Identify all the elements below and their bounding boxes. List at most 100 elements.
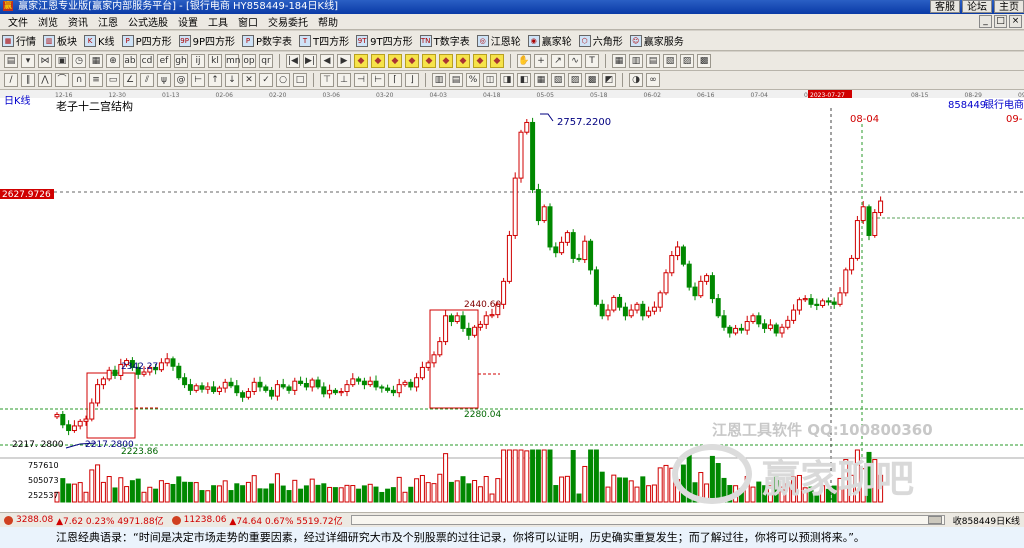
toolbar-t-square-button[interactable]: T T四方形 <box>299 33 349 48</box>
diamond-tool-7-icon[interactable]: ◆ <box>456 54 470 68</box>
minimize-button[interactable]: _ <box>979 15 992 28</box>
diamond-tool-8-icon[interactable]: ◆ <box>473 54 487 68</box>
marker-2-icon[interactable]: ✓ <box>259 73 273 87</box>
diamond-tool-3-icon[interactable]: ◆ <box>388 54 402 68</box>
tool-op-icon[interactable]: op <box>242 54 256 68</box>
color-wheel-icon[interactable]: ◑ <box>629 73 643 87</box>
marker-3-icon[interactable]: ○ <box>276 73 290 87</box>
chart-tool-5-icon[interactable]: ▩ <box>697 54 711 68</box>
infinity-icon[interactable]: ∞ <box>646 73 660 87</box>
stats-3-icon[interactable]: ◫ <box>483 73 497 87</box>
toolbar-sector-button[interactable]: ▥ 板块 <box>43 33 77 48</box>
step-right-icon[interactable]: ▶ <box>337 54 351 68</box>
forum-link[interactable]: 论坛 <box>962 0 992 13</box>
menu-news[interactable]: 资讯 <box>63 14 93 29</box>
ruler-icon[interactable]: ⊢ <box>191 73 205 87</box>
marker-4-icon[interactable]: □ <box>293 73 307 87</box>
chart-tool-1-icon[interactable]: ▥ <box>629 54 643 68</box>
horizontal-scrollbar[interactable] <box>350 515 945 525</box>
toolbar-9t-square-button[interactable]: 9T 9T四方形 <box>356 33 413 48</box>
menu-formula[interactable]: 公式选股 <box>123 14 173 29</box>
stats-10-icon[interactable]: ◩ <box>602 73 616 87</box>
scrollbar-thumb[interactable] <box>927 516 942 524</box>
period-3-icon[interactable]: ⊣ <box>354 73 368 87</box>
sz-index-segment[interactable]: 11238.06 ▲74.64 0.67% 5519.72亿 <box>168 514 347 527</box>
chart-panel[interactable]: 12-16 12-30 01-13 02-06 02-20 03-06 03-20 04-03… <box>0 90 1024 512</box>
chart-tool-3-icon[interactable]: ▧ <box>663 54 677 68</box>
percent-icon[interactable]: % <box>466 73 480 87</box>
fan-icon[interactable]: ⋀ <box>38 73 52 87</box>
grid-tool-icon[interactable]: ▦ <box>89 54 103 68</box>
wave-icon[interactable]: ∿ <box>568 54 582 68</box>
gann-box-icon[interactable]: ▭ <box>106 73 120 87</box>
toolbar-gann-wheel-button[interactable]: ◎ 江恩轮 <box>476 33 521 48</box>
tool-qr-icon[interactable]: qr <box>259 54 273 68</box>
menu-window[interactable]: 窗口 <box>233 14 263 29</box>
toolbar-9p-square-button[interactable]: 9P 9P四方形 <box>178 33 235 48</box>
diamond-tool-1-icon[interactable]: ◆ <box>354 54 368 68</box>
line-tool-1-icon[interactable]: / <box>4 73 18 87</box>
stats-2-icon[interactable]: ▤ <box>449 73 463 87</box>
menu-browse[interactable]: 浏览 <box>33 14 63 29</box>
toolbar-t-table-button[interactable]: TN T数字表 <box>419 33 470 48</box>
stats-8-icon[interactable]: ▨ <box>568 73 582 87</box>
stats-1-icon[interactable]: ▥ <box>432 73 446 87</box>
restore-button[interactable]: □ <box>994 15 1007 28</box>
menu-tools[interactable]: 工具 <box>203 14 233 29</box>
tool-cd-icon[interactable]: cd <box>140 54 154 68</box>
diamond-tool-5-icon[interactable]: ◆ <box>422 54 436 68</box>
diamond-tool-6-icon[interactable]: ◆ <box>439 54 453 68</box>
dropdown-arrow-icon[interactable]: ▾ <box>21 54 35 68</box>
menu-help[interactable]: 帮助 <box>313 14 343 29</box>
tool-ab-icon[interactable]: ab <box>123 54 137 68</box>
hand-icon[interactable]: ✋ <box>517 54 531 68</box>
text-tool-icon[interactable]: T <box>585 54 599 68</box>
stats-6-icon[interactable]: ▦ <box>534 73 548 87</box>
clock-icon[interactable]: ◷ <box>72 54 86 68</box>
diamond-tool-9-icon[interactable]: ◆ <box>490 54 504 68</box>
tool-gh-icon[interactable]: gh <box>174 54 188 68</box>
toolbar-p-square-button[interactable]: P P四方形 <box>121 33 172 48</box>
trend-line-icon[interactable]: ↗ <box>551 54 565 68</box>
marker-1-icon[interactable]: ✕ <box>242 73 256 87</box>
homepage-link[interactable]: 主页 <box>994 0 1024 13</box>
crosshair-icon[interactable]: + <box>534 54 548 68</box>
menu-file[interactable]: 文件 <box>3 14 33 29</box>
diamond-tool-4-icon[interactable]: ◆ <box>405 54 419 68</box>
layout-icon[interactable]: ▤ <box>4 54 18 68</box>
last-bar-icon[interactable]: ▶| <box>303 54 317 68</box>
toolbar-p-table-button[interactable]: P P数字表 <box>242 33 292 48</box>
period-5-icon[interactable]: ⌈ <box>388 73 402 87</box>
arrow-up-icon[interactable]: ↑ <box>208 73 222 87</box>
cycle-icon[interactable]: ∩ <box>72 73 86 87</box>
tool-ef-icon[interactable]: ef <box>157 54 171 68</box>
period-6-icon[interactable]: ⌋ <box>405 73 419 87</box>
calendar-icon[interactable]: ▣ <box>55 54 69 68</box>
stats-7-icon[interactable]: ▧ <box>551 73 565 87</box>
menu-trade[interactable]: 交易委托 <box>263 14 313 29</box>
stats-4-icon[interactable]: ◨ <box>500 73 514 87</box>
diamond-tool-2-icon[interactable]: ◆ <box>371 54 385 68</box>
toolbar-service-button[interactable]: ☺ 赢家服务 <box>629 33 684 48</box>
close-button[interactable]: × <box>1009 15 1022 28</box>
pitchfork-icon[interactable]: ψ <box>157 73 171 87</box>
first-bar-icon[interactable]: |◀ <box>286 54 300 68</box>
angle-icon[interactable]: ∠ <box>123 73 137 87</box>
zoom-icon[interactable]: ⊕ <box>106 54 120 68</box>
table-tool-icon[interactable]: ▦ <box>612 54 626 68</box>
toolbar-hexagon-button[interactable]: ⬡ 六角形 <box>578 33 623 48</box>
arrow-down-icon[interactable]: ↓ <box>225 73 239 87</box>
channel-icon[interactable]: ⫽ <box>140 73 154 87</box>
parallel-icon[interactable]: ∥ <box>21 73 35 87</box>
period-2-icon[interactable]: ⊥ <box>337 73 351 87</box>
gann-fan-icon[interactable]: ⋈ <box>38 54 52 68</box>
period-1-icon[interactable]: ⊤ <box>320 73 334 87</box>
arc-icon[interactable]: ⌒ <box>55 73 69 87</box>
tool-kl-icon[interactable]: kl <box>208 54 222 68</box>
step-left-icon[interactable]: ◀ <box>320 54 334 68</box>
chart-tool-4-icon[interactable]: ▨ <box>680 54 694 68</box>
menu-gann[interactable]: 江恩 <box>93 14 123 29</box>
customer-service-link[interactable]: 客服 <box>930 0 960 13</box>
tool-ij-icon[interactable]: ij <box>191 54 205 68</box>
chart-tool-2-icon[interactable]: ▤ <box>646 54 660 68</box>
